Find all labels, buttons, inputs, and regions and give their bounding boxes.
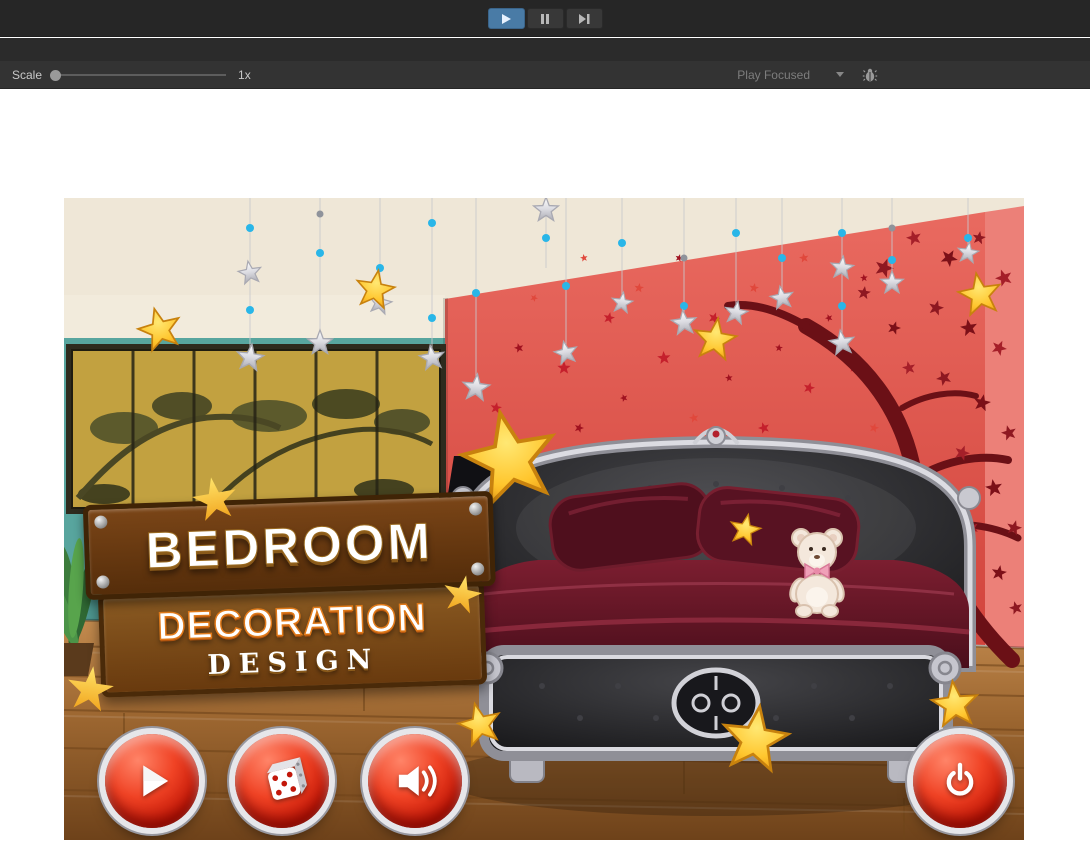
stud-icon [96, 575, 109, 588]
sign-board-bottom: DECORATION DESIGN [98, 580, 487, 697]
step-forward-icon [577, 12, 591, 26]
scale-slider-knob[interactable] [50, 70, 61, 81]
power-icon [929, 750, 991, 812]
sign-board-top: BEDROOM [83, 491, 496, 600]
play-icon [121, 750, 183, 812]
stud-icon [469, 502, 482, 515]
unity-editor-window: Scale 1x Play Focused [0, 0, 1090, 843]
step-button[interactable] [566, 8, 603, 29]
scale-slider[interactable] [50, 67, 226, 83]
play-icon [499, 12, 513, 26]
unity-main-toolbar [0, 0, 1090, 37]
pause-icon [538, 12, 552, 26]
dice-button[interactable] [235, 734, 329, 828]
stud-icon [471, 562, 484, 575]
pause-button[interactable] [527, 8, 564, 29]
bug-icon [862, 67, 878, 83]
title-sign: BEDROOM DECORATION DESIGN [83, 491, 499, 698]
dice-icon [251, 750, 313, 812]
editor-pane-header [0, 38, 1090, 61]
play-focused-dropdown[interactable]: Play Focused [737, 68, 844, 82]
debug-toggle-button[interactable] [862, 67, 878, 83]
play-focused-label: Play Focused [737, 68, 810, 82]
sound-button[interactable] [368, 734, 462, 828]
chevron-down-icon [836, 72, 844, 77]
transport-buttons [0, 0, 1090, 29]
speaker-icon [384, 750, 446, 812]
game-view: BEDROOM DECORATION DESIGN [64, 198, 1024, 840]
game-title-line3: DESIGN [207, 643, 380, 680]
game-view-toolbar: Scale 1x Play Focused [0, 61, 1090, 89]
game-title-line2: DECORATION [157, 596, 428, 649]
power-button[interactable] [913, 734, 1007, 828]
scale-label: Scale [12, 68, 42, 82]
stud-icon [94, 515, 107, 528]
scale-slider-track [60, 74, 226, 76]
play-game-button[interactable] [105, 734, 199, 828]
play-button[interactable] [488, 8, 525, 29]
scale-value: 1x [238, 68, 251, 82]
game-title-line1: BEDROOM [145, 511, 434, 580]
